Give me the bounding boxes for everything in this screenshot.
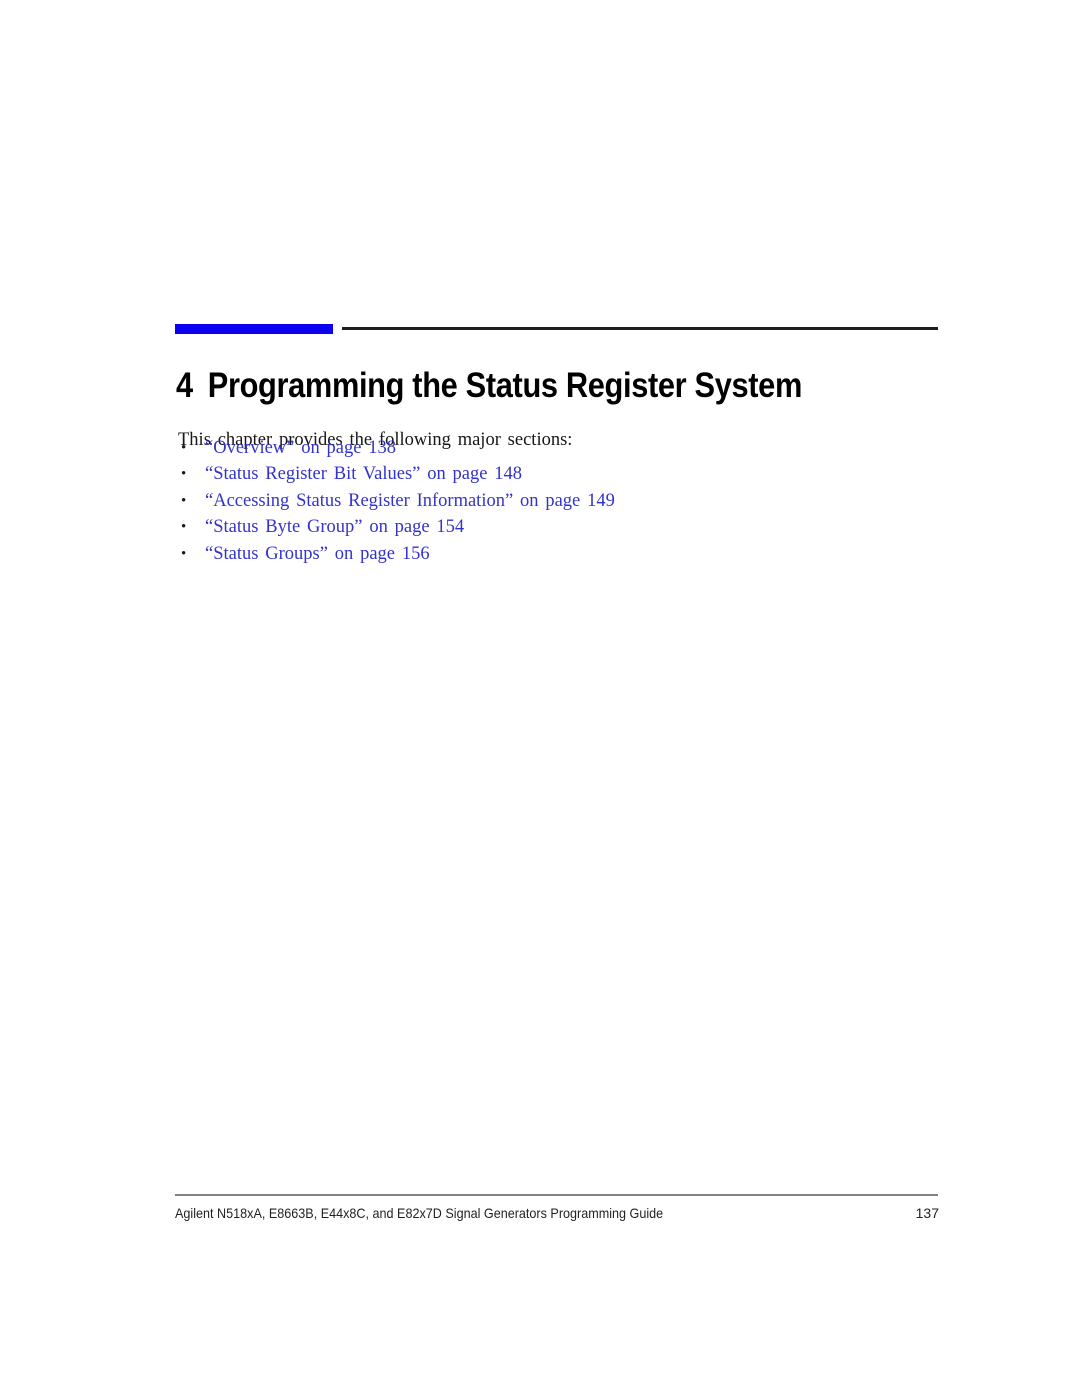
- bullet-icon: •: [181, 519, 187, 536]
- page-title: 4 Programming the Status Register System: [176, 366, 862, 406]
- footer-document-title: Agilent N518xA, E8663B, E44x8C, and E82x…: [175, 1205, 664, 1221]
- list-item[interactable]: • “Status Register Bit Values” on page 1…: [178, 461, 615, 487]
- list-item[interactable]: • “Status Groups” on page 156: [178, 541, 615, 567]
- blue-accent-rule: [175, 324, 333, 334]
- page-footer: Agilent N518xA, E8663B, E44x8C, and E82x…: [175, 1203, 939, 1223]
- bullet-icon: •: [181, 466, 187, 483]
- footer-page-number: 137: [915, 1205, 939, 1221]
- section-link-accessing-status-register-information[interactable]: “Accessing Status Register Information” …: [205, 491, 615, 511]
- bullet-icon: •: [181, 492, 187, 509]
- document-page: 4 Programming the Status Register System …: [0, 0, 1080, 1397]
- bullet-icon: •: [181, 545, 187, 562]
- black-header-rule: [342, 327, 938, 330]
- chapter-section-list: • “Overview” on page 138 • “Status Regis…: [178, 435, 615, 567]
- list-item[interactable]: • “Accessing Status Register Information…: [178, 488, 615, 514]
- chapter-header-rules: [175, 323, 938, 337]
- section-link-status-register-bit-values[interactable]: “Status Register Bit Values” on page 148: [205, 464, 522, 484]
- section-link-status-byte-group[interactable]: “Status Byte Group” on page 154: [205, 517, 464, 537]
- chapter-title-text: Programming the Status Register System: [207, 366, 803, 406]
- list-item[interactable]: • “Overview” on page 138: [178, 435, 615, 461]
- bullet-icon: •: [181, 440, 187, 456]
- footer-divider: [175, 1194, 938, 1196]
- chapter-number: 4: [176, 366, 193, 406]
- section-link-overview[interactable]: “Overview” on page 138: [205, 438, 396, 458]
- list-item[interactable]: • “Status Byte Group” on page 154: [178, 514, 615, 540]
- section-link-status-groups[interactable]: “Status Groups” on page 156: [205, 544, 430, 564]
